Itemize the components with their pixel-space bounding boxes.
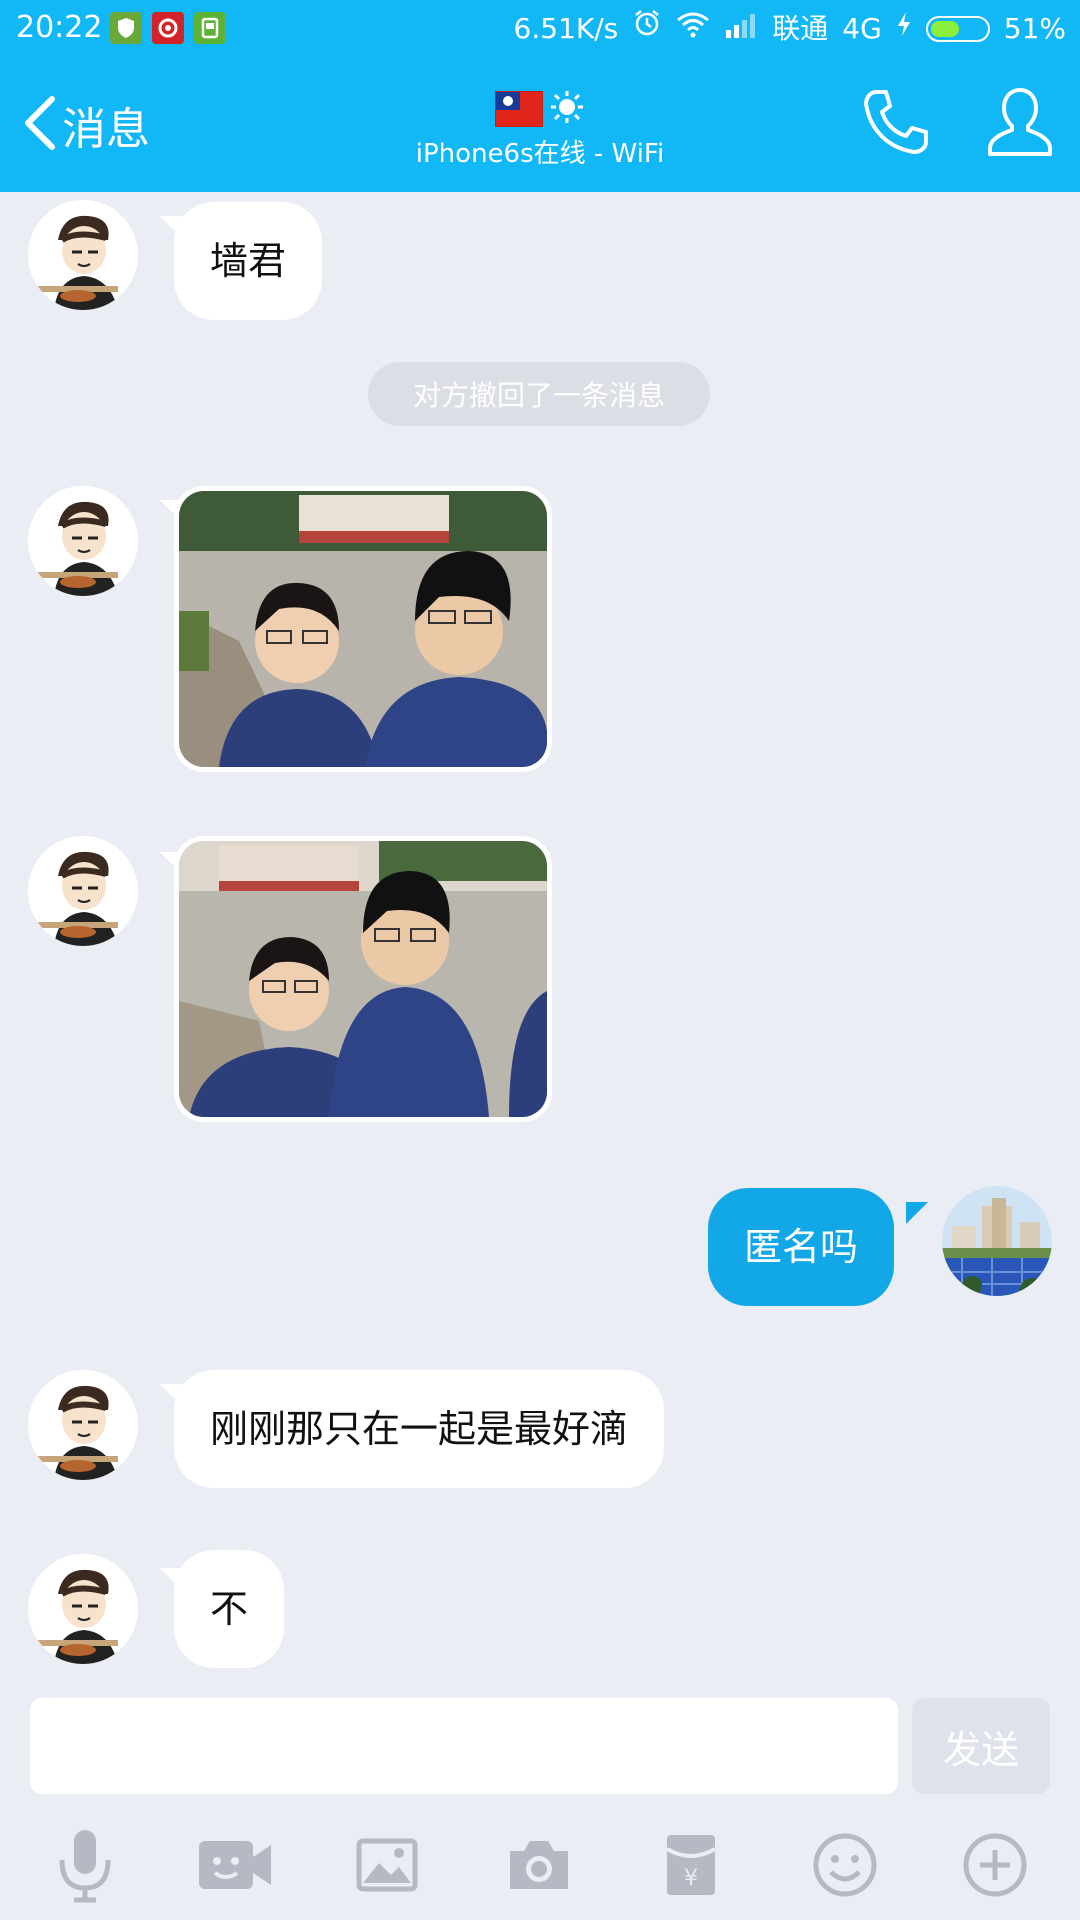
camera-icon[interactable] (494, 1820, 584, 1910)
network-type: 4G (842, 11, 882, 45)
status-right: 6.51K/s 联通 4G 51% (513, 8, 1066, 49)
red-packet-icon[interactable]: ¥ (646, 1820, 736, 1910)
profile-button[interactable] (982, 84, 1058, 160)
signal-icon (724, 9, 758, 49)
photo-message[interactable] (174, 486, 552, 772)
shield-icon (110, 12, 142, 44)
network-speed: 6.51K/s (513, 11, 619, 45)
contact-avatar[interactable] (28, 1554, 138, 1664)
contact-avatar[interactable] (28, 1370, 138, 1480)
charging-icon (896, 9, 912, 49)
my-message-bubble[interactable]: 匿名吗 (708, 1188, 895, 1306)
contact-avatar[interactable] (28, 200, 138, 310)
back-label: 消息 (62, 104, 150, 155)
message-bubble[interactable]: 不 (174, 1550, 285, 1668)
send-button[interactable]: 发送 (912, 1698, 1050, 1794)
call-button[interactable] (860, 86, 932, 158)
recall-notice: 对方撤回了一条消息 (368, 362, 710, 426)
contact-avatar[interactable] (28, 836, 138, 946)
svg-text:¥: ¥ (684, 1866, 698, 1891)
image-icon[interactable] (342, 1820, 432, 1910)
battery-level (930, 20, 959, 37)
chat-title[interactable]: iPhone6s在线 - WiFi (340, 84, 740, 174)
status-time: 20:22 (16, 10, 103, 45)
message-input[interactable] (30, 1698, 898, 1794)
alarm-icon (632, 8, 662, 49)
carrier-name: 联通 (772, 11, 829, 45)
plus-icon[interactable] (950, 1820, 1040, 1910)
person-icon (988, 88, 1052, 156)
battery-icon (925, 15, 990, 42)
photo-message[interactable] (174, 836, 552, 1122)
status-app-icons (110, 12, 226, 44)
back-button[interactable]: 消息 (20, 88, 150, 162)
message-bubble[interactable]: 刚刚那只在一起是最好滴 (174, 1370, 665, 1488)
microphone-icon[interactable] (40, 1820, 130, 1910)
top-bar: 20:22 6.51K/s 联通 4G 51% 消息 iPhone6s在线 - … (0, 0, 1080, 192)
phone-icon (864, 90, 928, 154)
wifi-icon (676, 9, 710, 49)
my-avatar[interactable] (942, 1186, 1052, 1296)
message-bubble[interactable]: 墙君 (174, 202, 323, 320)
chevron-left-icon (20, 93, 60, 157)
video-icon[interactable] (190, 1820, 280, 1910)
music-app-icon (152, 12, 184, 44)
bubble-tail (906, 1202, 928, 1224)
battery-percent: 51% (1003, 11, 1066, 45)
flag-icon (495, 91, 543, 127)
contact-avatar[interactable] (28, 486, 138, 596)
title-status-icons (340, 84, 740, 134)
app-store-icon (194, 12, 226, 44)
sun-icon (549, 89, 585, 129)
online-status: iPhone6s在线 - WiFi (415, 139, 665, 169)
emoji-icon[interactable] (800, 1820, 890, 1910)
